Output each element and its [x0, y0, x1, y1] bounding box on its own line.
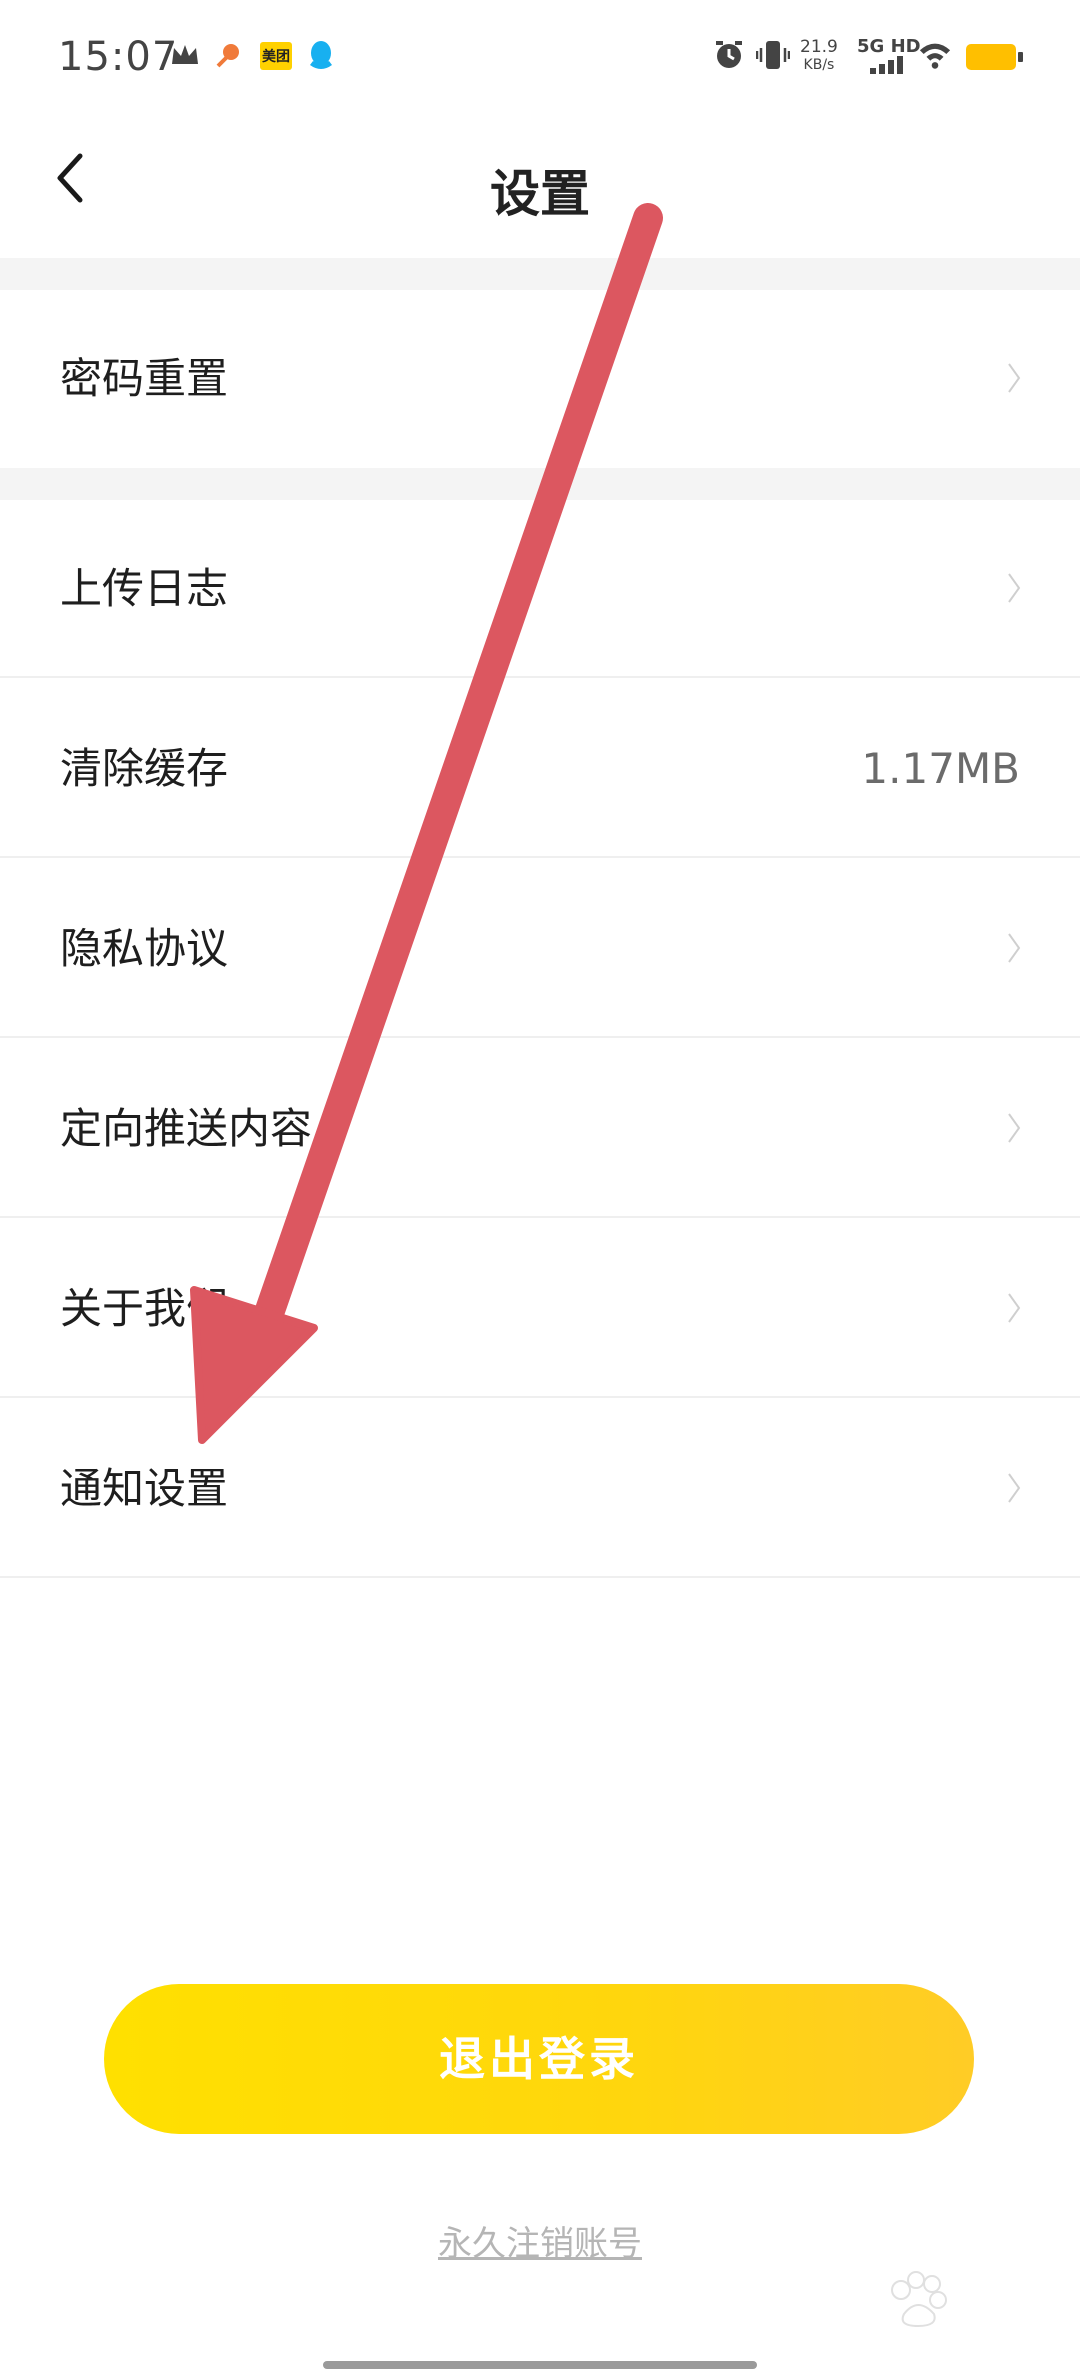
- settings-item-upload-logs[interactable]: 上传日志: [0, 500, 1080, 678]
- meituan-icon: 美团: [260, 42, 292, 70]
- settings-item-label: 上传日志: [60, 564, 229, 613]
- status-bar: 15:07 美团 21.9 KB/s 5G HD: [0, 0, 1080, 110]
- wifi-icon: [918, 38, 952, 72]
- home-indicator[interactable]: [323, 2361, 757, 2369]
- settings-item-notification-settings[interactable]: 通知设置: [0, 1400, 1080, 1578]
- cache-size-value: 1.17MB: [861, 744, 1020, 793]
- settings-item-label: 关于我们: [60, 1284, 229, 1333]
- net-speed-value: 21.9: [800, 37, 838, 57]
- chevron-right-icon: [1008, 363, 1021, 393]
- chevron-right-icon: [1008, 573, 1021, 603]
- chevron-right-icon: [1008, 933, 1021, 963]
- settings-item-about-us[interactable]: 关于我们: [0, 1220, 1080, 1398]
- crown-icon: [168, 38, 202, 72]
- alarm-icon: [712, 38, 746, 72]
- qq-icon: [304, 38, 338, 72]
- network-type: 5G HD: [857, 36, 921, 57]
- net-speed: 21.9 KB/s: [800, 38, 838, 74]
- battery-icon: [966, 44, 1023, 70]
- vibrate-icon: [756, 38, 790, 72]
- top-nav-bar: 设置: [0, 110, 1080, 258]
- logout-button[interactable]: 退出登录: [104, 1984, 974, 2134]
- settings-item-label: 清除缓存: [60, 744, 229, 793]
- chevron-right-icon: [1008, 1473, 1021, 1503]
- settings-item-label: 通知设置: [60, 1464, 229, 1513]
- section-divider: [0, 258, 1080, 290]
- settings-item-privacy-policy[interactable]: 隐私协议: [0, 860, 1080, 1038]
- net-speed-unit: KB/s: [803, 57, 835, 73]
- section-divider: [0, 468, 1080, 500]
- page-title: 设置: [490, 165, 590, 223]
- shrimp-icon: [212, 38, 246, 72]
- signal-icon: [870, 56, 906, 74]
- settings-item-label: 密码重置: [60, 354, 229, 403]
- chevron-right-icon: [1008, 1113, 1021, 1143]
- deactivate-account-link[interactable]: 永久注销账号: [0, 2216, 1080, 2265]
- watermark-logo: [891, 2271, 947, 2328]
- settings-item-password-reset[interactable]: 密码重置: [0, 290, 1080, 468]
- settings-item-label: 定向推送内容: [60, 1104, 313, 1153]
- settings-item-clear-cache[interactable]: 清除缓存 1.17MB: [0, 680, 1080, 858]
- settings-item-targeted-push[interactable]: 定向推送内容: [0, 1040, 1080, 1218]
- chevron-right-icon: [1008, 1293, 1021, 1323]
- status-time: 15:07: [58, 34, 179, 80]
- settings-item-label: 隐私协议: [60, 924, 229, 973]
